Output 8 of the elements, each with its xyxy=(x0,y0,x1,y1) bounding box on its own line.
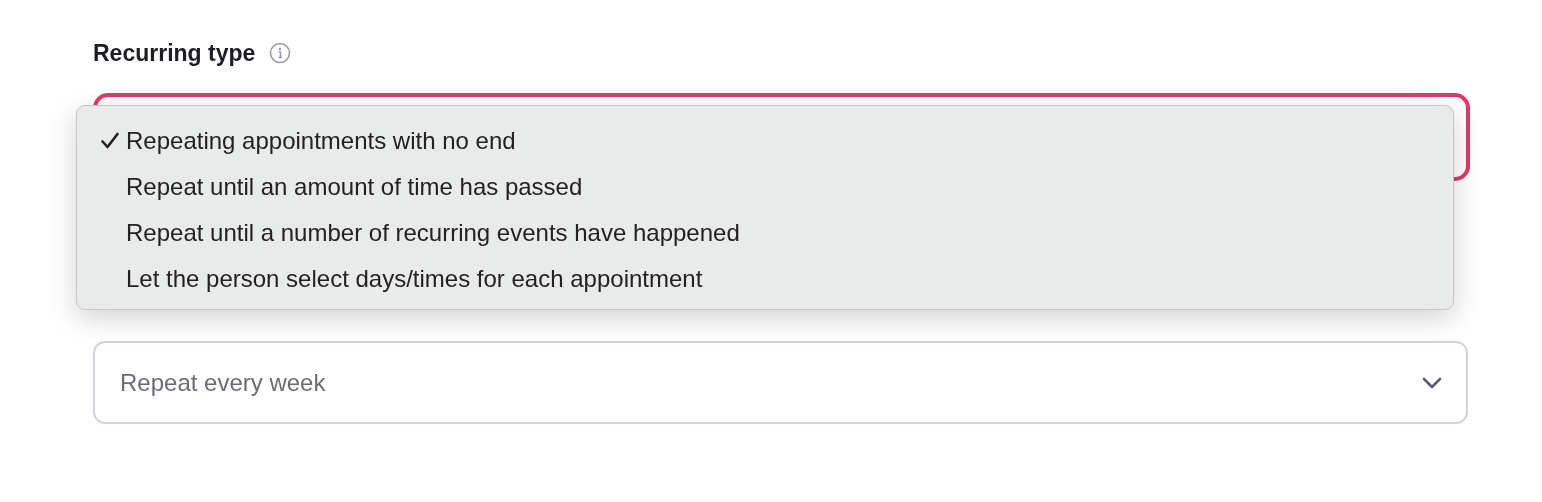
info-icon[interactable] xyxy=(269,42,292,64)
menu-item[interactable]: Let the person select days/times for each appointment xyxy=(77,256,1453,302)
frequency-select[interactable]: Repeat every week xyxy=(93,341,1468,424)
menu-item[interactable]: Repeat until an amount of time has passed xyxy=(77,164,1453,210)
field-label: Recurring type xyxy=(93,39,256,67)
menu-item[interactable]: Repeat until a number of recurring events have happened xyxy=(77,210,1453,256)
chevron-down-icon xyxy=(1422,376,1442,389)
menu-item[interactable]: Repeating appointments with no end xyxy=(77,118,1453,164)
